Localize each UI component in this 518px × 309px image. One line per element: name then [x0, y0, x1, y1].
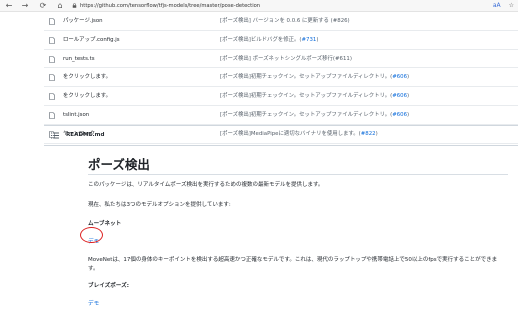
file-icon [49, 93, 55, 100]
pr-link[interactable]: #606 [392, 112, 407, 118]
commit-message[interactable]: [ポーズ検出]初期チェックイン。セットアップファイルディレクトリ。(#606) [220, 106, 409, 124]
file-name[interactable]: をクリックします。 [63, 68, 111, 86]
file-name[interactable]: をクリックします。 [63, 87, 111, 105]
readme-header: README.md [44, 126, 518, 146]
file-icon [49, 36, 55, 44]
pr-link[interactable]: #606 [392, 93, 407, 99]
commit-message[interactable]: [ポーズ検出] バージョンを 0.0.6 に更新する (#826) [220, 12, 350, 30]
file-list: パッケージ.json [ポーズ検出] バージョンを 0.0.6 に更新する (#… [44, 12, 518, 144]
file-row[interactable]: tslint.json [ポーズ検出]初期チェックイン。セットアップファイルディ… [44, 106, 518, 125]
commit-message[interactable]: [ポーズ検出]初期チェックイン。セットアップファイルディレクトリ。(#606) [220, 68, 409, 86]
file-icon [49, 112, 55, 119]
file-name[interactable]: run_tests.ts [63, 50, 95, 68]
title-divider [88, 174, 508, 175]
file-row[interactable]: ロールアップ.config.js [ポーズ検出]ビルドバグを修正。(#731) [44, 31, 518, 50]
readme-panel: README.md ポーズ検出 このパッケージは、リアルタイムポーズ検出を実行す… [44, 125, 518, 309]
address-bar[interactable]: https://github.com/tensorflow/tfjs-model… [72, 1, 492, 11]
home-icon[interactable]: ⌂ [55, 1, 65, 11]
file-icon [49, 55, 55, 63]
file-row[interactable]: をクリックします。 [ポーズ検出]初期チェックイン。セットアップファイルディレク… [44, 87, 518, 106]
intro-paragraph: このパッケージは、リアルタイムポーズ検出を実行するための複数の最新モデルを提供し… [88, 182, 324, 188]
page-title: ポーズ検出 [88, 157, 150, 172]
lock-icon [72, 3, 77, 8]
file-name[interactable]: ロールアップ.config.js [63, 31, 120, 49]
browser-toolbar: ← → ⟳ ⌂ https://github.com/tensorflow/tf… [0, 0, 518, 12]
models-intro-paragraph: 現在、私たちは3つのモデルオプションを提供しています: [88, 202, 231, 208]
list-icon[interactable] [51, 132, 59, 139]
file-icon [49, 74, 55, 82]
readme-filename[interactable]: README.md [66, 126, 104, 145]
favorite-star-icon[interactable]: ☆ [509, 2, 514, 9]
reader-view-icon[interactable]: aA [493, 2, 501, 9]
commit-message[interactable]: [ポーズ検出]初期チェックイン。セットアップファイルディレクトリ。(#606) [220, 87, 409, 105]
file-row[interactable]: パッケージ.json [ポーズ検出] バージョンを 0.0.6 に更新する (#… [44, 12, 518, 31]
blazepose-demo-link[interactable]: デモ [88, 299, 99, 307]
commit-message[interactable]: [ポーズ検出]ビルドバグを修正。(#731) [220, 31, 318, 49]
browser-actions: aA ☆ [485, 1, 514, 11]
file-icon [49, 18, 55, 25]
blazepose-heading: ブレイズポーズ: [88, 283, 129, 289]
file-name[interactable]: tslint.json [63, 106, 89, 124]
pr-link[interactable]: #731 [302, 37, 317, 43]
file-name[interactable]: パッケージ.json [63, 12, 103, 30]
forward-arrow-icon[interactable]: → [20, 1, 30, 11]
movenet-description: MoveNetは、17個の身体のキーポイントを検出する超高速かつ正確なモデルです… [88, 257, 498, 263]
movenet-description-cont: す。 [88, 266, 99, 272]
pr-link[interactable]: #606 [392, 74, 407, 80]
file-row[interactable]: run_tests.ts [ポーズ検出] ポーズネットシングルポーズ移行(#61… [44, 50, 518, 69]
reload-icon[interactable]: ⟳ [38, 1, 48, 11]
commit-message[interactable]: [ポーズ検出] ポーズネットシングルポーズ移行(#611) [220, 50, 352, 68]
url-text: https://github.com/tensorflow/tfjs-model… [80, 3, 261, 9]
back-arrow-icon[interactable]: ← [4, 1, 14, 11]
movenet-heading: ムーブネット [88, 221, 122, 227]
highlight-circle [80, 227, 103, 243]
file-row[interactable]: をクリックします。 [ポーズ検出]初期チェックイン。セットアップファイルディレク… [44, 68, 518, 88]
